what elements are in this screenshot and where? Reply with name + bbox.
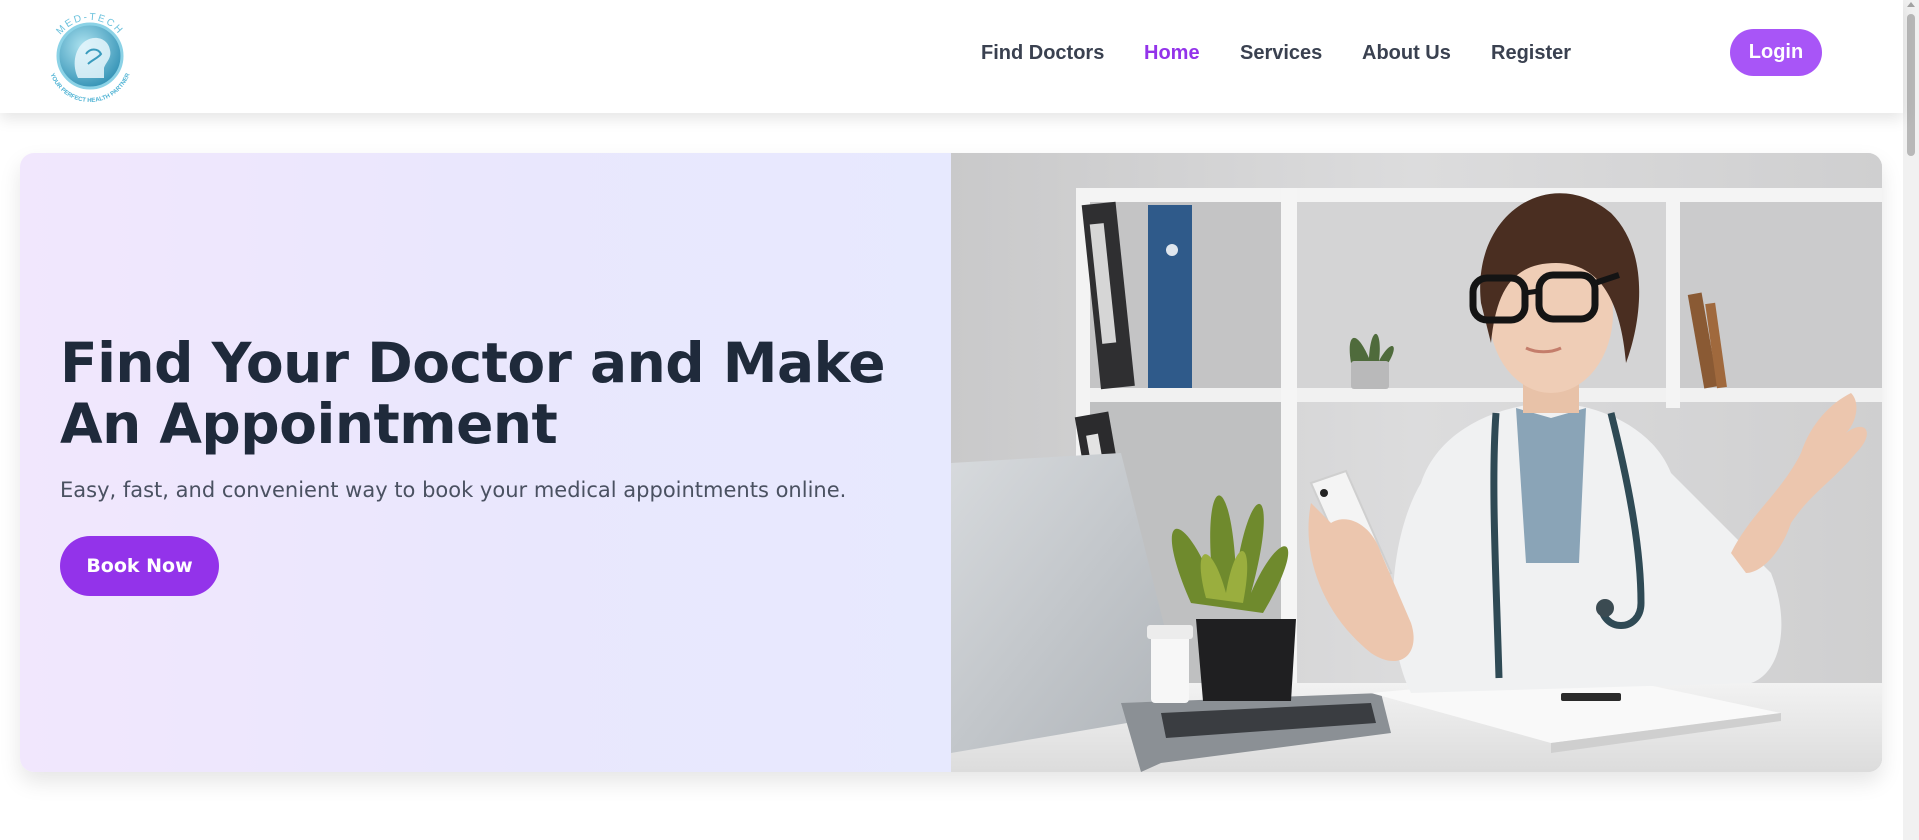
hero-subtitle: Easy, fast, and convenient way to book y… xyxy=(60,478,847,502)
nav-find-doctors[interactable]: Find Doctors xyxy=(981,40,1104,66)
med-tech-logo[interactable]: MED-TECH YOUR PERFECT HEALTH PARTNER xyxy=(38,4,142,108)
scroll-up-arrow-icon[interactable] xyxy=(1907,2,1915,7)
hero-section: Find Your Doctor and Make An Appointment… xyxy=(20,153,1882,772)
site-header: MED-TECH YOUR PERFECT HEALTH PARTNER Fin… xyxy=(0,0,1903,113)
nav-home[interactable]: Home xyxy=(1144,40,1200,66)
scroll-thumb[interactable] xyxy=(1907,14,1915,156)
hero-text-panel: Find Your Doctor and Make An Appointment… xyxy=(20,153,951,772)
login-button[interactable]: Login xyxy=(1730,29,1822,76)
nav-about-us[interactable]: About Us xyxy=(1362,40,1451,66)
doctor-photo xyxy=(951,153,1882,772)
page-scrollbar[interactable] xyxy=(1903,0,1919,840)
hero-title: Find Your Doctor and Make An Appointment xyxy=(60,331,886,456)
book-now-button[interactable]: Book Now xyxy=(60,536,219,596)
nav-register[interactable]: Register xyxy=(1491,40,1571,66)
nav-services[interactable]: Services xyxy=(1240,40,1322,66)
